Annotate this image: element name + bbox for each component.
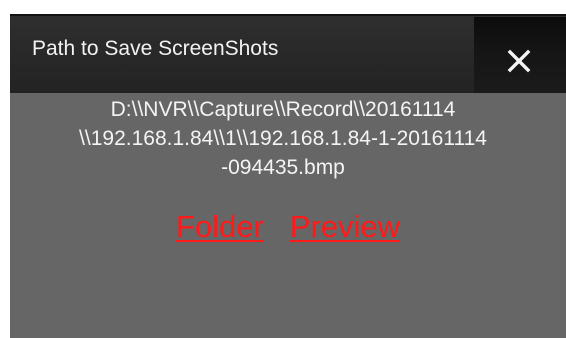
title-bar: Path to Save ScreenShots bbox=[10, 14, 566, 93]
dialog-title: Path to Save ScreenShots bbox=[32, 37, 279, 60]
save-screenshot-dialog: Path to Save ScreenShots D:\\NVR\\Captur… bbox=[10, 14, 566, 338]
saved-file-path: D:\\NVR\\Capture\\Record\\20161114 \\192… bbox=[10, 95, 566, 182]
preview-link[interactable]: Preview bbox=[290, 209, 400, 244]
folder-link[interactable]: Folder bbox=[176, 209, 264, 244]
action-links: Folder Preview bbox=[10, 209, 566, 245]
close-button[interactable] bbox=[474, 17, 566, 93]
path-line-1: D:\\NVR\\Capture\\Record\\20161114 bbox=[110, 98, 456, 121]
screenshot-frame: Path to Save ScreenShots D:\\NVR\\Captur… bbox=[0, 0, 566, 338]
path-line-3: -094435.bmp bbox=[221, 156, 345, 179]
close-icon bbox=[507, 49, 531, 73]
path-line-2: \\192.168.1.84\\1\\192.168.1.84-1-201611… bbox=[79, 127, 487, 150]
dialog-content: D:\\NVR\\Capture\\Record\\20161114 \\192… bbox=[10, 94, 566, 338]
